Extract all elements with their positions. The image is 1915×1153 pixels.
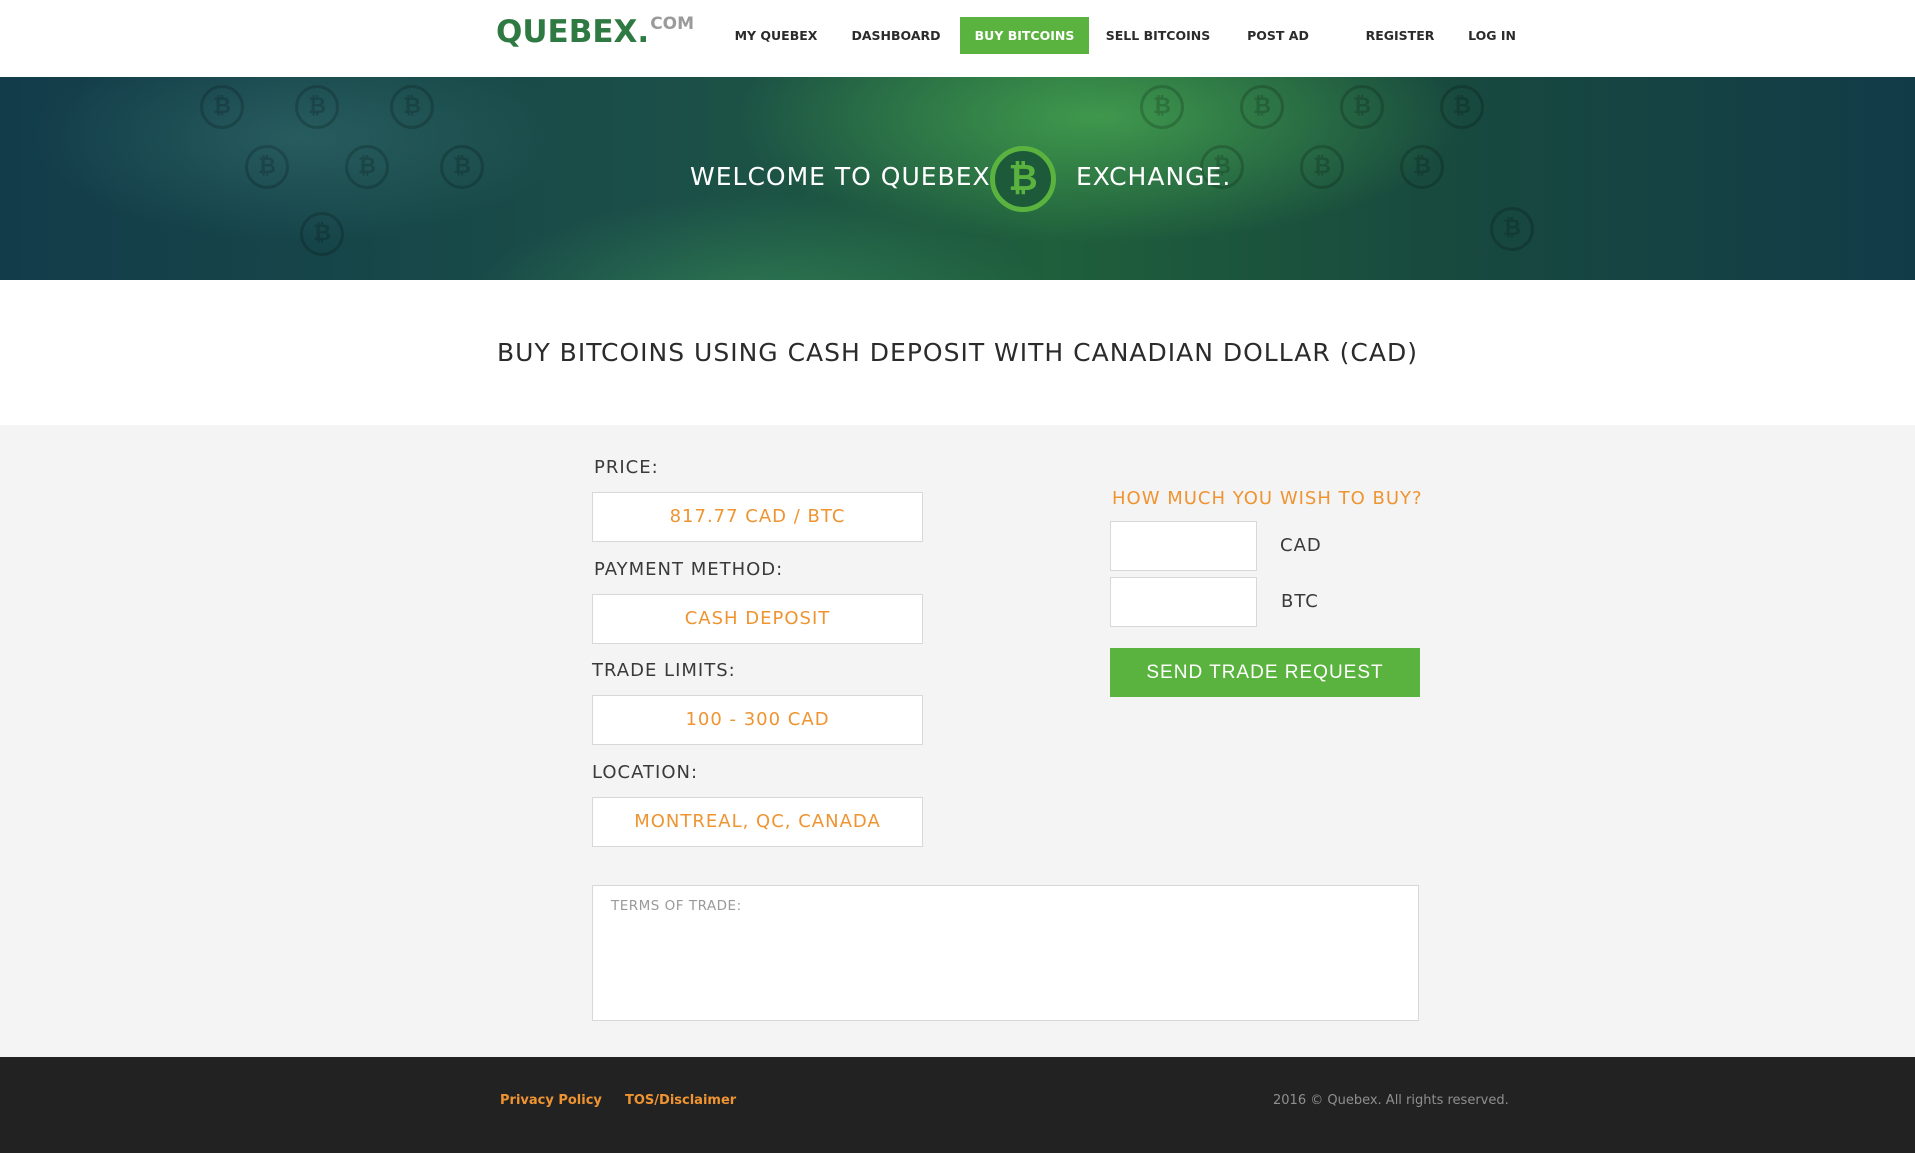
bitcoin-pattern-icon: ₿ [1140, 85, 1184, 129]
nav-log-in[interactable]: LOG IN [1468, 17, 1516, 54]
bitcoin-pattern-icon: ₿ [1400, 145, 1444, 189]
nav-register[interactable]: REGISTER [1364, 17, 1436, 54]
trade-limits-value: 100 - 300 CAD [592, 695, 923, 745]
cad-amount-input[interactable] [1110, 521, 1257, 571]
bitcoin-pattern-icon: ₿ [1490, 207, 1534, 251]
hero-welcome-text: WELCOME TO QUEBEX [690, 162, 991, 191]
payment-method-value: CASH DEPOSIT [592, 594, 923, 644]
trade-form: PRICE: 817.77 CAD / BTC PAYMENT METHOD: … [0, 425, 1915, 1057]
nav-dashboard[interactable]: DASHBOARD [845, 17, 947, 54]
location-value: MONTREAL, QC, CANADA [592, 797, 923, 847]
bitcoin-pattern-icon: ₿ [1240, 85, 1284, 129]
nav-buy-bitcoins[interactable]: BUY BITCOINS [960, 17, 1089, 54]
price-value: 817.77 CAD / BTC [592, 492, 923, 542]
bitcoin-pattern-icon: ₿ [295, 85, 339, 129]
title-band: BUY BITCOINS USING CASH DEPOSIT WITH CAN… [0, 280, 1915, 425]
btc-unit-label: BTC [1281, 591, 1319, 612]
location-label: LOCATION: [592, 762, 699, 783]
terms-of-trade-box: TERMS OF TRADE: [592, 885, 1419, 1021]
logo-text: QUEBEX. [496, 14, 650, 50]
site-logo[interactable]: QUEBEX.COM [496, 14, 694, 50]
bitcoin-pattern-icon: ₿ [440, 145, 484, 189]
terms-of-trade-label: TERMS OF TRADE: [611, 898, 742, 914]
copyright-text: 2016 © Quebex. All rights reserved. [1273, 1093, 1509, 1108]
nav-post-ad[interactable]: POST AD [1240, 17, 1316, 54]
buy-amount-title: HOW MUCH YOU WISH TO BUY? [1112, 488, 1423, 509]
nav-sell-bitcoins[interactable]: SELL BITCOINS [1101, 17, 1215, 54]
hero-exchange-text: EXCHANGE. [1076, 162, 1232, 191]
trade-limits-label: TRADE LIMITS: [592, 660, 736, 681]
bitcoin-pattern-icon: ₿ [300, 212, 344, 256]
btc-amount-input[interactable] [1110, 577, 1257, 627]
bitcoin-pattern-icon: ₿ [1440, 85, 1484, 129]
page-title: BUY BITCOINS USING CASH DEPOSIT WITH CAN… [497, 338, 1418, 367]
cad-unit-label: CAD [1280, 535, 1322, 556]
bitcoin-pattern-icon: ₿ [1340, 85, 1384, 129]
price-label: PRICE: [594, 457, 659, 478]
payment-method-label: PAYMENT METHOD: [594, 559, 784, 580]
site-header: QUEBEX.COM MY QUEBEX DASHBOARD BUY BITCO… [0, 0, 1915, 77]
bitcoin-pattern-icon: ₿ [1300, 145, 1344, 189]
bitcoin-glyph: ₿ [1008, 158, 1038, 199]
bitcoin-pattern-icon: ₿ [345, 145, 389, 189]
bitcoin-pattern-icon: ₿ [245, 145, 289, 189]
privacy-policy-link[interactable]: Privacy Policy [500, 1093, 602, 1108]
bitcoin-logo-icon: ₿ [990, 146, 1056, 212]
send-trade-request-button[interactable]: SEND TRADE REQUEST [1110, 648, 1420, 697]
hero-banner: ₿ ₿ ₿ ₿ ₿ ₿ ₿ ₿ ₿ ₿ ₿ ₿ ₿ ₿ ₿ WELCOME TO… [0, 77, 1915, 280]
bitcoin-pattern-icon: ₿ [200, 85, 244, 129]
bitcoin-pattern-icon: ₿ [390, 85, 434, 129]
tos-disclaimer-link[interactable]: TOS/Disclaimer [625, 1093, 736, 1108]
site-footer: Privacy Policy TOS/Disclaimer 2016 © Que… [0, 1057, 1915, 1153]
nav-my-quebex[interactable]: MY QUEBEX [726, 17, 826, 54]
logo-suffix: COM [650, 14, 695, 34]
